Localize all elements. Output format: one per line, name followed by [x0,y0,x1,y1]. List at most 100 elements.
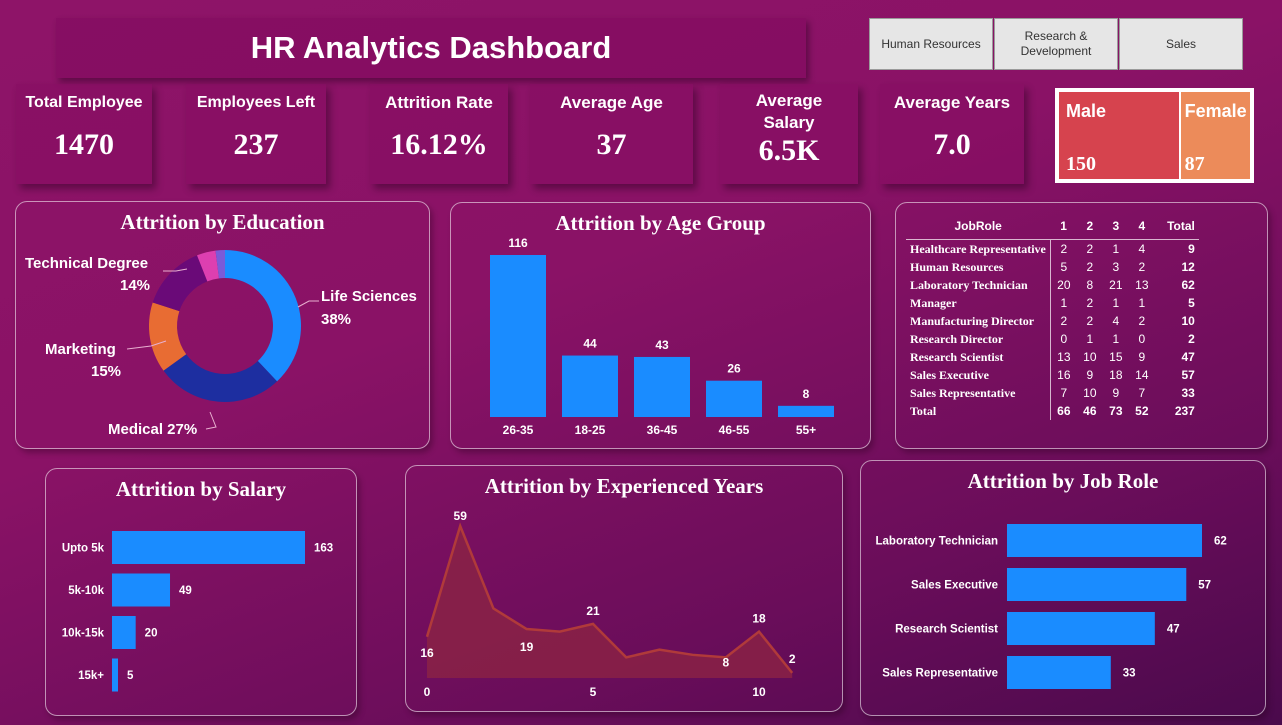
age-bar-category: 36-45 [647,423,678,437]
matrix-header: 2 [1076,213,1103,240]
jobrole-bar [1007,568,1187,601]
matrix-header-row: JobRole 1 2 3 4 Total [906,213,1199,240]
donut-slice [152,255,208,312]
leader-line [205,411,217,430]
matrix-role-cell: Laboratory Technician [906,276,1051,294]
kpi-average-years: Average Years 7.0 [880,84,1024,184]
matrix-row: Sales Representative 7 10 9 7 33 [906,384,1199,402]
matrix-row: Manufacturing Director 2 2 4 2 10 [906,312,1199,330]
donut-slice [225,250,301,382]
kpi-average-age: Average Age 37 [530,84,693,184]
matrix-value-cell: 2 [1188,332,1195,346]
salary-bar-value: 163 [314,543,333,555]
dashboard-title: HR Analytics Dashboard [56,18,806,78]
jobrole-bar [1007,524,1202,557]
salary-panel: Attrition by Salary Upto 5k 163 5k-10k 49 10… [45,468,357,716]
experience-panel: Attrition by Experienced Years 16 59 19 21 8… [405,465,843,712]
matrix-value-cell: 14 [1135,368,1149,382]
matrix-value-cell: 15 [1109,350,1123,364]
matrix-header: Total [1154,213,1199,240]
matrix-value-cell: 13 [1135,278,1149,292]
matrix-row: Research Director 0 1 1 0 2 [906,330,1199,348]
matrix-header: 3 [1102,213,1129,240]
matrix-value-cell: 7 [1060,386,1068,400]
jobrole-bar-value: 33 [1123,668,1136,680]
leader-line [297,300,319,308]
female-segment[interactable]: Female 87 [1180,92,1250,179]
kpi-label: Employees Left [196,94,316,111]
slicer-sales[interactable]: Sales [1119,18,1243,70]
experience-point-label: 16 [420,646,434,660]
age-bar [778,405,834,417]
age-bar-category: 18-25 [575,423,606,437]
matrix-role-cell: Human Resources [906,258,1051,276]
age-bar-value: 116 [508,236,528,250]
matrix-row: Sales Executive 16 9 18 14 57 [906,366,1199,384]
matrix-value-cell: 5 [1060,260,1068,274]
kpi-label: Total Employee [25,94,143,111]
experience-point-label: 59 [454,509,468,523]
female-label: Female [1184,101,1247,121]
matrix-value-cell: 5 [1188,296,1195,310]
jobrole-bar-value: 47 [1167,624,1180,636]
male-segment[interactable]: Male 150 [1059,92,1179,179]
matrix-role-cell: Research Scientist [906,348,1051,366]
age-bar-value: 26 [727,362,741,376]
label-life-sciences: Life Sciences [321,288,417,305]
age-group-bar-chart: 116 26-35 44 18-25 43 36-45 26 46-55 8 55+ [490,236,834,437]
age-bar-value: 44 [583,337,597,351]
matrix-total-cell: 46 [1083,404,1097,418]
pct-technical-degree: 14% [120,277,151,294]
jobrole-matrix: JobRole 1 2 3 4 Total Healthcare Represe… [906,213,1199,420]
male-label: Male [1066,101,1107,121]
matrix-value-cell: 47 [1181,350,1195,364]
jobrole-bar-category: Laboratory Technician [876,536,998,548]
male-value: 150 [1066,153,1096,175]
matrix-role-cell: Manufacturing Director [906,312,1051,330]
label-medical: Medical 27% [108,421,198,438]
matrix-value-cell: 2 [1060,242,1068,256]
age-bar [562,355,618,417]
matrix-role-cell: Research Director [906,330,1051,348]
matrix-row: Healthcare Representative 2 2 1 4 9 [906,239,1199,258]
slicer-human-resources[interactable]: Human Resources [869,18,993,70]
age-bar-value: 43 [655,338,669,352]
salary-bar-category: 5k-10k [68,585,104,597]
experience-point-label: 19 [520,640,534,654]
age-bar [490,255,546,417]
matrix-header: 1 [1050,213,1077,240]
matrix-value-cell: 1 [1112,332,1120,346]
salary-bar-chart: Upto 5k 163 5k-10k 49 10k-15k 20 15k+ 5 [62,531,333,692]
kpi-employees-left: Employees Left 237 [186,84,326,184]
experience-area [427,526,793,678]
matrix-value-cell: 0 [1138,332,1146,346]
jobrole-bar-category: Sales Executive [911,580,998,592]
kpi-average-salary: Average Salary 6.5K [720,84,858,184]
matrix-row: Research Scientist 13 10 15 9 47 [906,348,1199,366]
matrix-row: Laboratory Technician 20 8 21 13 62 [906,276,1199,294]
matrix-row: Human Resources 5 2 3 2 12 [906,258,1199,276]
salary-bar-category: Upto 5k [62,543,105,555]
kpi-value: 1470 [54,128,114,161]
matrix-value-cell: 4 [1112,314,1120,328]
experience-point-label: 18 [752,612,766,626]
matrix-value-cell: 8 [1086,278,1094,292]
age-bar-category: 55+ [796,423,816,437]
matrix-value-cell: 2 [1086,296,1094,310]
education-donut-chart [126,250,319,430]
matrix-value-cell: 62 [1181,278,1195,292]
salary-bar-value: 49 [179,585,192,597]
experience-point-label: 8 [722,655,729,669]
slicer-research-development[interactable]: Research & Development [994,18,1118,70]
gender-card: Male 150 Female 87 [1055,88,1254,183]
matrix-total-cell: 52 [1135,404,1149,418]
matrix-value-cell: 9 [1188,242,1195,256]
kpi-total-employee: Total Employee 1470 [16,84,152,184]
matrix-role-cell: Sales Executive [906,366,1051,384]
kpi-value: 37 [596,128,627,161]
experience-point-label: 2 [789,652,796,666]
education-panel: Attrition by Education Technical Degree … [15,201,430,449]
jobrole-panel: Attrition by Job Role Laboratory Technic… [860,460,1266,716]
matrix-value-cell: 1 [1112,296,1120,310]
pct-life-sciences: 38% [321,311,352,328]
